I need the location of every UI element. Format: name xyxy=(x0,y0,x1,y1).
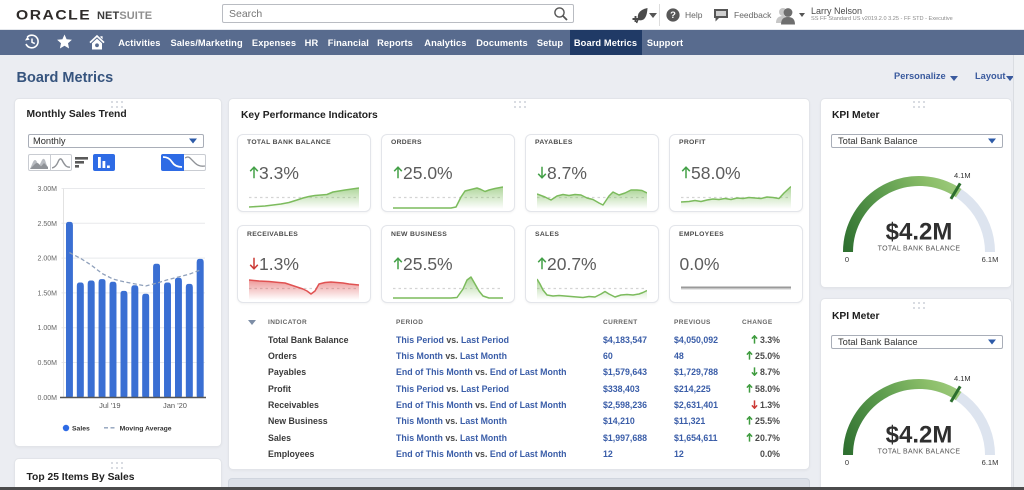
svg-text:0.50M: 0.50M xyxy=(38,360,58,367)
svg-text:0: 0 xyxy=(845,458,849,467)
svg-text:TOTAL BANK BALANCE: TOTAL BANK BALANCE xyxy=(878,448,961,455)
svg-text:Sales: Sales xyxy=(72,426,90,433)
svg-text:$4.2M: $4.2M xyxy=(886,421,953,448)
svg-text:Jul '19: Jul '19 xyxy=(99,401,120,410)
svg-text:4.1M: 4.1M xyxy=(954,171,971,180)
svg-text:0.00M: 0.00M xyxy=(38,395,58,402)
svg-text:?: ? xyxy=(670,10,676,21)
svg-text:3.00M: 3.00M xyxy=(38,186,58,193)
svg-text:2.50M: 2.50M xyxy=(38,221,58,228)
svg-text:1.00M: 1.00M xyxy=(38,325,58,332)
svg-text:4.1M: 4.1M xyxy=(954,374,971,383)
svg-text:6.1M: 6.1M xyxy=(982,458,999,467)
svg-text:$4.2M: $4.2M xyxy=(886,219,953,246)
svg-text:2.00M: 2.00M xyxy=(38,256,58,263)
svg-text:0: 0 xyxy=(845,255,849,264)
svg-text:TOTAL BANK BALANCE: TOTAL BANK BALANCE xyxy=(878,246,961,253)
svg-text:Moving Average: Moving Average xyxy=(120,426,172,433)
svg-text:1.50M: 1.50M xyxy=(38,290,58,297)
svg-text:Jan '20: Jan '20 xyxy=(163,401,187,410)
svg-text:6.1M: 6.1M xyxy=(982,255,999,264)
